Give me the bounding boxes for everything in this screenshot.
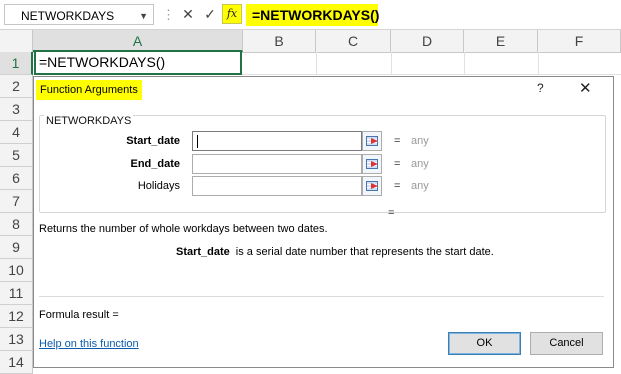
holidays-input[interactable] [192, 176, 362, 196]
collapse-dialog-icon[interactable] [362, 176, 382, 196]
start-date-label: Start_date [126, 135, 180, 147]
column-header-a[interactable]: A [33, 30, 243, 52]
collapse-dialog-icon[interactable] [362, 154, 382, 174]
end-date-label: End_date [130, 158, 180, 170]
row-header-7[interactable]: 7 [0, 190, 33, 213]
name-box[interactable]: NETWORKDAYS ▼ [4, 4, 154, 25]
end-date-equals: = [394, 158, 401, 170]
column-header-c[interactable]: C [316, 30, 391, 52]
function-name-label: NETWORKDAYS [44, 115, 134, 127]
text-caret [197, 135, 198, 148]
cancel-icon[interactable]: ✕ [178, 4, 198, 25]
grid-line [391, 52, 392, 74]
row-header-1[interactable]: 1 [0, 52, 33, 75]
column-header-e[interactable]: E [464, 30, 538, 52]
row-header-2[interactable]: 2 [0, 75, 33, 98]
ok-button[interactable]: OK [448, 332, 521, 355]
function-result-equals: = [388, 207, 395, 219]
end-date-result: any [411, 158, 429, 170]
dialog-title: Function Arguments [36, 80, 142, 100]
function-description: Returns the number of whole workdays bet… [39, 223, 328, 235]
holidays-label: Holidays [137, 180, 180, 192]
grid-line [464, 52, 465, 74]
insert-function-button[interactable]: fx [222, 4, 242, 24]
row-header-3[interactable]: 3 [0, 98, 33, 121]
name-box-value: NETWORKDAYS [21, 9, 115, 23]
row-header-6[interactable]: 6 [0, 167, 33, 190]
help-link[interactable]: Help on this function [39, 338, 139, 350]
drag-handle-icon[interactable]: ⋮ [162, 6, 175, 23]
select-all-corner[interactable] [0, 30, 33, 52]
argument-help-name: Start_date [176, 246, 230, 258]
column-header-b[interactable]: B [243, 30, 316, 52]
column-header-row: A B C D E F [0, 30, 621, 53]
row-header-12[interactable]: 12 [0, 305, 33, 328]
row-header-4[interactable]: 4 [0, 121, 33, 144]
grid-line [538, 52, 539, 74]
formula-bar: NETWORKDAYS ▼ ⋮ ✕ ✓ fx =NETWORKDAYS() [0, 0, 621, 30]
formula-input[interactable]: =NETWORKDAYS() [246, 4, 379, 26]
chevron-down-icon[interactable]: ▼ [139, 11, 148, 21]
end-date-input[interactable] [192, 154, 362, 174]
row-header-8[interactable]: 8 [0, 213, 33, 236]
divider [39, 296, 604, 297]
arguments-group: NETWORKDAYS Start_date = any End_date = … [39, 115, 606, 213]
function-arguments-dialog: Function Arguments ? ✕ NETWORKDAYS Start… [33, 76, 614, 368]
cell-a1[interactable]: =NETWORKDAYS() [34, 52, 242, 75]
grid-line [316, 52, 317, 74]
row-header-13[interactable]: 13 [0, 328, 33, 351]
close-icon[interactable]: ✕ [579, 79, 592, 97]
enter-check-icon[interactable]: ✓ [200, 4, 220, 25]
row-header-11[interactable]: 11 [0, 282, 33, 305]
row-header-5[interactable]: 5 [0, 144, 33, 167]
start-date-input[interactable] [192, 131, 362, 151]
help-icon[interactable]: ? [537, 81, 544, 95]
collapse-dialog-icon[interactable] [362, 131, 382, 151]
row-header-9[interactable]: 9 [0, 236, 33, 259]
row-header-10[interactable]: 10 [0, 259, 33, 282]
start-date-equals: = [394, 135, 401, 147]
cancel-button[interactable]: Cancel [530, 332, 603, 355]
column-header-d[interactable]: D [391, 30, 464, 52]
formula-result: Formula result = [39, 309, 119, 321]
argument-help-text: is a serial date number that represents … [235, 246, 494, 258]
column-header-f[interactable]: F [538, 30, 621, 52]
holidays-equals: = [394, 180, 401, 192]
argument-help: Start_date is a serial date number that r… [176, 246, 494, 258]
start-date-result: any [411, 135, 429, 147]
holidays-result: any [411, 180, 429, 192]
